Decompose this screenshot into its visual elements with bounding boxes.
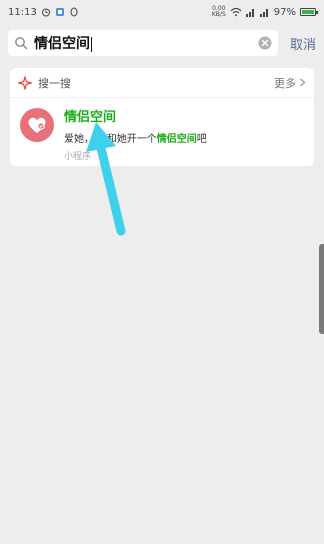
desc-gap: [94, 134, 107, 145]
edge-swipe-handle[interactable]: [319, 244, 324, 334]
alarm-icon: [41, 8, 50, 17]
desc-suffix: 吧: [196, 134, 207, 145]
search-query-text: 情侣空间: [34, 36, 90, 52]
app-logo: [20, 108, 54, 142]
clear-icon[interactable]: [258, 36, 272, 50]
desc-middle: 和她开一个: [106, 134, 157, 145]
battery-icon: [300, 8, 318, 16]
signal-icon: [245, 9, 254, 17]
cancel-button[interactable]: 取消: [290, 34, 316, 53]
more-link[interactable]: 更多: [274, 75, 306, 91]
result-type: 小程序: [64, 152, 92, 162]
search-row: 情侣空间 取消: [8, 30, 316, 56]
app-notification-icon: [55, 8, 64, 16]
qq-icon: [70, 7, 78, 17]
battery-percent: 97%: [273, 6, 296, 18]
search-query: 情侣空间: [34, 33, 258, 53]
result-item[interactable]: 情侣空间 爱她， 和她开一个情侣空间吧 小程序: [10, 98, 314, 170]
search-results-card: 搜一搜 更多 情侣空间 爱她， 和她开一个情侣空间吧 小程序: [10, 68, 314, 166]
speed-unit: KB/S: [211, 11, 226, 18]
chevron-right-icon: [300, 78, 306, 87]
network-speed: 0.00 KB/S: [212, 6, 226, 18]
more-label: 更多: [274, 76, 296, 90]
status-bar: 11:13 0.00 KB/S 97%: [0, 0, 324, 24]
section-label: 搜一搜: [38, 76, 71, 90]
desc-prefix: 爱她，: [64, 134, 94, 145]
text-cursor: [91, 36, 92, 52]
desc-highlight: 情侣空间: [156, 134, 197, 145]
heart-icon: [28, 117, 46, 133]
status-right: 0.00 KB/S 97%: [212, 6, 318, 18]
search-icon: [15, 37, 28, 50]
result-description: 爱她， 和她开一个情侣空间吧: [64, 130, 304, 145]
result-body: 情侣空间 爱她， 和她开一个情侣空间吧 小程序: [64, 106, 304, 162]
battery-level: [302, 10, 314, 14]
wifi-icon: [230, 7, 242, 17]
status-time: 11:13: [8, 6, 37, 18]
section-header: 搜一搜 更多: [10, 68, 314, 98]
search-input[interactable]: 情侣空间: [8, 30, 278, 56]
soso-icon: [18, 75, 32, 90]
signal-icon-2: [259, 9, 268, 17]
status-left: 11:13: [8, 7, 79, 18]
result-title: 情侣空间: [64, 110, 117, 125]
section-title: 搜一搜: [18, 75, 71, 91]
